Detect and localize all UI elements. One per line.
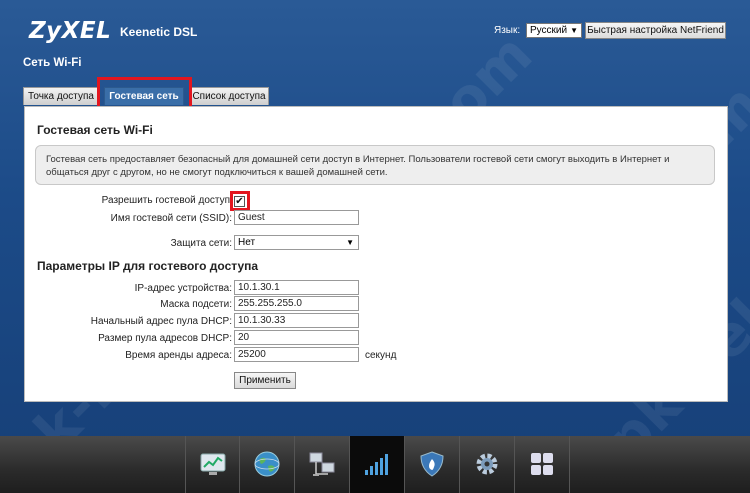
tab-guest-network[interactable]: Гостевая сеть [104, 87, 184, 105]
security-label: Защита сети: [170, 238, 232, 249]
nav-internet[interactable] [240, 436, 295, 493]
model-name: Keenetic DSL [120, 25, 198, 39]
lease-time-label: Время аренды адреса: [125, 350, 232, 361]
security-value: Нет [238, 237, 256, 248]
language-value: Русский [530, 25, 568, 36]
chevron-down-icon: ▼ [346, 238, 354, 247]
tab-access-point[interactable]: Точка доступа [23, 87, 99, 105]
security-select[interactable]: Нет ▼ [234, 235, 359, 250]
ip-section-title: Параметры IP для гостевого доступа [37, 259, 259, 273]
wifi-signal-icon [365, 454, 388, 475]
nav-system-monitor[interactable] [185, 436, 240, 493]
guest-section-title: Гостевая сеть Wi-Fi [37, 123, 153, 137]
nav-system-settings[interactable] [460, 436, 515, 493]
shield-fire-icon [420, 451, 444, 477]
tab-access-list[interactable]: Список доступа [189, 87, 269, 105]
footer-nav [0, 436, 750, 493]
monitor-chart-icon [200, 453, 226, 475]
globe-icon [254, 451, 280, 477]
network-computers-icon [309, 452, 335, 476]
dhcp-start-label: Начальный адрес пула DHCP: [90, 316, 232, 327]
info-text-line-2: общаться друг с другом, но не смогут под… [46, 167, 388, 178]
language-select[interactable]: Русский ▼ [526, 23, 582, 38]
subnet-mask-label: Маска подсети: [160, 299, 232, 310]
page-title: Сеть Wi-Fi [23, 57, 82, 69]
device-ip-input[interactable]: 10.1.30.1 [234, 280, 359, 295]
apply-button[interactable]: Применить [234, 372, 296, 389]
nav-applications[interactable] [515, 436, 570, 493]
lease-time-input[interactable]: 25200 [234, 347, 359, 362]
subnet-mask-input[interactable]: 255.255.255.0 [234, 296, 359, 311]
language-label: Язык: [494, 25, 521, 36]
allow-guest-label: Разрешить гостевой доступ [101, 195, 230, 206]
gear-icon [476, 453, 498, 475]
chevron-down-icon: ▼ [570, 26, 578, 35]
apps-grid-icon [531, 453, 553, 475]
dhcp-pool-size-label: Размер пула адресов DHCP: [98, 333, 232, 344]
info-box: Гостевая сеть предоставляет безопасный д… [35, 145, 715, 185]
zyxel-logo: ZyXEL [29, 18, 112, 44]
router-web-ui: pk-help.com pk-help.com pk-help.com pk-h… [0, 0, 750, 493]
ssid-label: Имя гостевой сети (SSID): [110, 213, 232, 224]
nav-home-network[interactable] [295, 436, 350, 493]
allow-guest-checkbox[interactable]: ✔ [234, 196, 245, 207]
quick-setup-button[interactable]: Быстрая настройка NetFriend [585, 22, 726, 39]
nav-wifi[interactable] [350, 436, 405, 493]
nav-security[interactable] [405, 436, 460, 493]
info-text-line-1: Гостевая сеть предоставляет безопасный д… [46, 154, 670, 165]
ssid-input[interactable]: Guest [234, 210, 359, 225]
header: ZyXEL Keenetic DSL Язык: Русский ▼ Быстр… [0, 0, 750, 80]
dhcp-start-input[interactable]: 10.1.30.33 [234, 313, 359, 328]
guest-settings-panel: Гостевая сеть Wi-Fi Гостевая сеть предос… [24, 106, 728, 402]
dhcp-pool-size-input[interactable]: 20 [234, 330, 359, 345]
lease-time-unit: секунд [365, 350, 397, 361]
device-ip-label: IP-адрес устройства: [134, 283, 232, 294]
